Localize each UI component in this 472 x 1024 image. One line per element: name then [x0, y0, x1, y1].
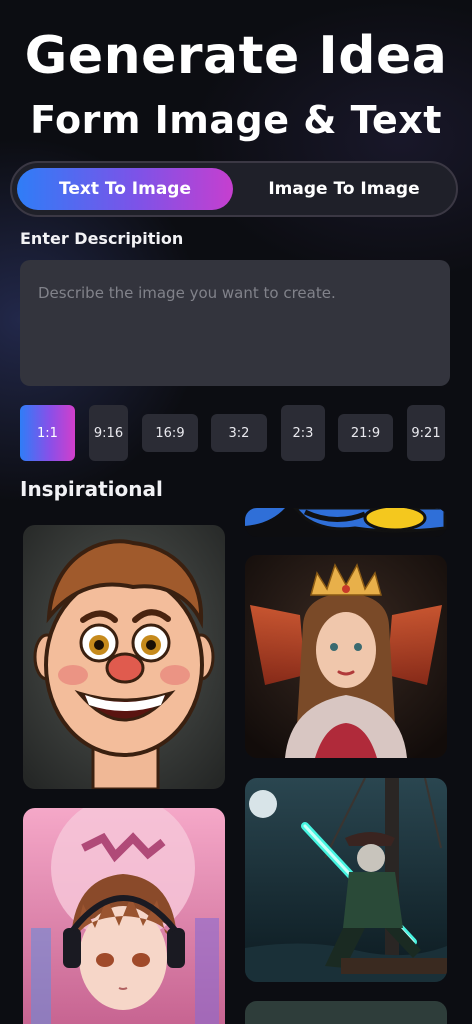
partial-illustration [245, 1001, 447, 1024]
cartoon-boy-image[interactable] [23, 525, 225, 789]
anime-boy-illustration [23, 808, 225, 1024]
cartoon-bird-image[interactable] [245, 508, 447, 537]
description-box [20, 260, 450, 386]
ratio-9-16[interactable]: 9:16 [89, 405, 128, 461]
ratio-2-3[interactable]: 2:3 [281, 405, 325, 461]
ratio-16-9[interactable]: 16:9 [142, 414, 198, 452]
headline-title: Generate Idea [24, 26, 448, 86]
cartoon-boy-illustration [23, 525, 225, 789]
ratio-3-2[interactable]: 3:2 [211, 414, 267, 452]
app-screen: Generate Idea Form Image & Text Text To … [0, 0, 472, 1024]
partial-image[interactable] [245, 1001, 447, 1024]
pirate-skeleton-sword-image[interactable] [245, 778, 447, 982]
ratio-1-1[interactable]: 1:1 [20, 405, 75, 461]
tab-text-to-image[interactable]: Text To Image [17, 168, 233, 210]
ratio-21-9[interactable]: 21:9 [338, 414, 393, 452]
description-input[interactable] [38, 284, 432, 362]
inspirational-label: Inspirational [20, 477, 163, 501]
cartoon-bird-illustration [245, 508, 447, 537]
description-label: Enter Descripition [20, 229, 184, 248]
anime-boy-headphones-image[interactable] [23, 808, 225, 1024]
mode-toggle: Text To Image Image To Image [10, 161, 458, 217]
tab-image-to-image[interactable]: Image To Image [238, 168, 450, 210]
ratio-9-21[interactable]: 9:21 [407, 405, 445, 461]
fairy-princess-image[interactable] [245, 555, 447, 758]
fairy-princess-illustration [245, 555, 447, 758]
headline-subtitle: Form Image & Text [30, 98, 442, 142]
pirate-skeleton-illustration [245, 778, 447, 982]
